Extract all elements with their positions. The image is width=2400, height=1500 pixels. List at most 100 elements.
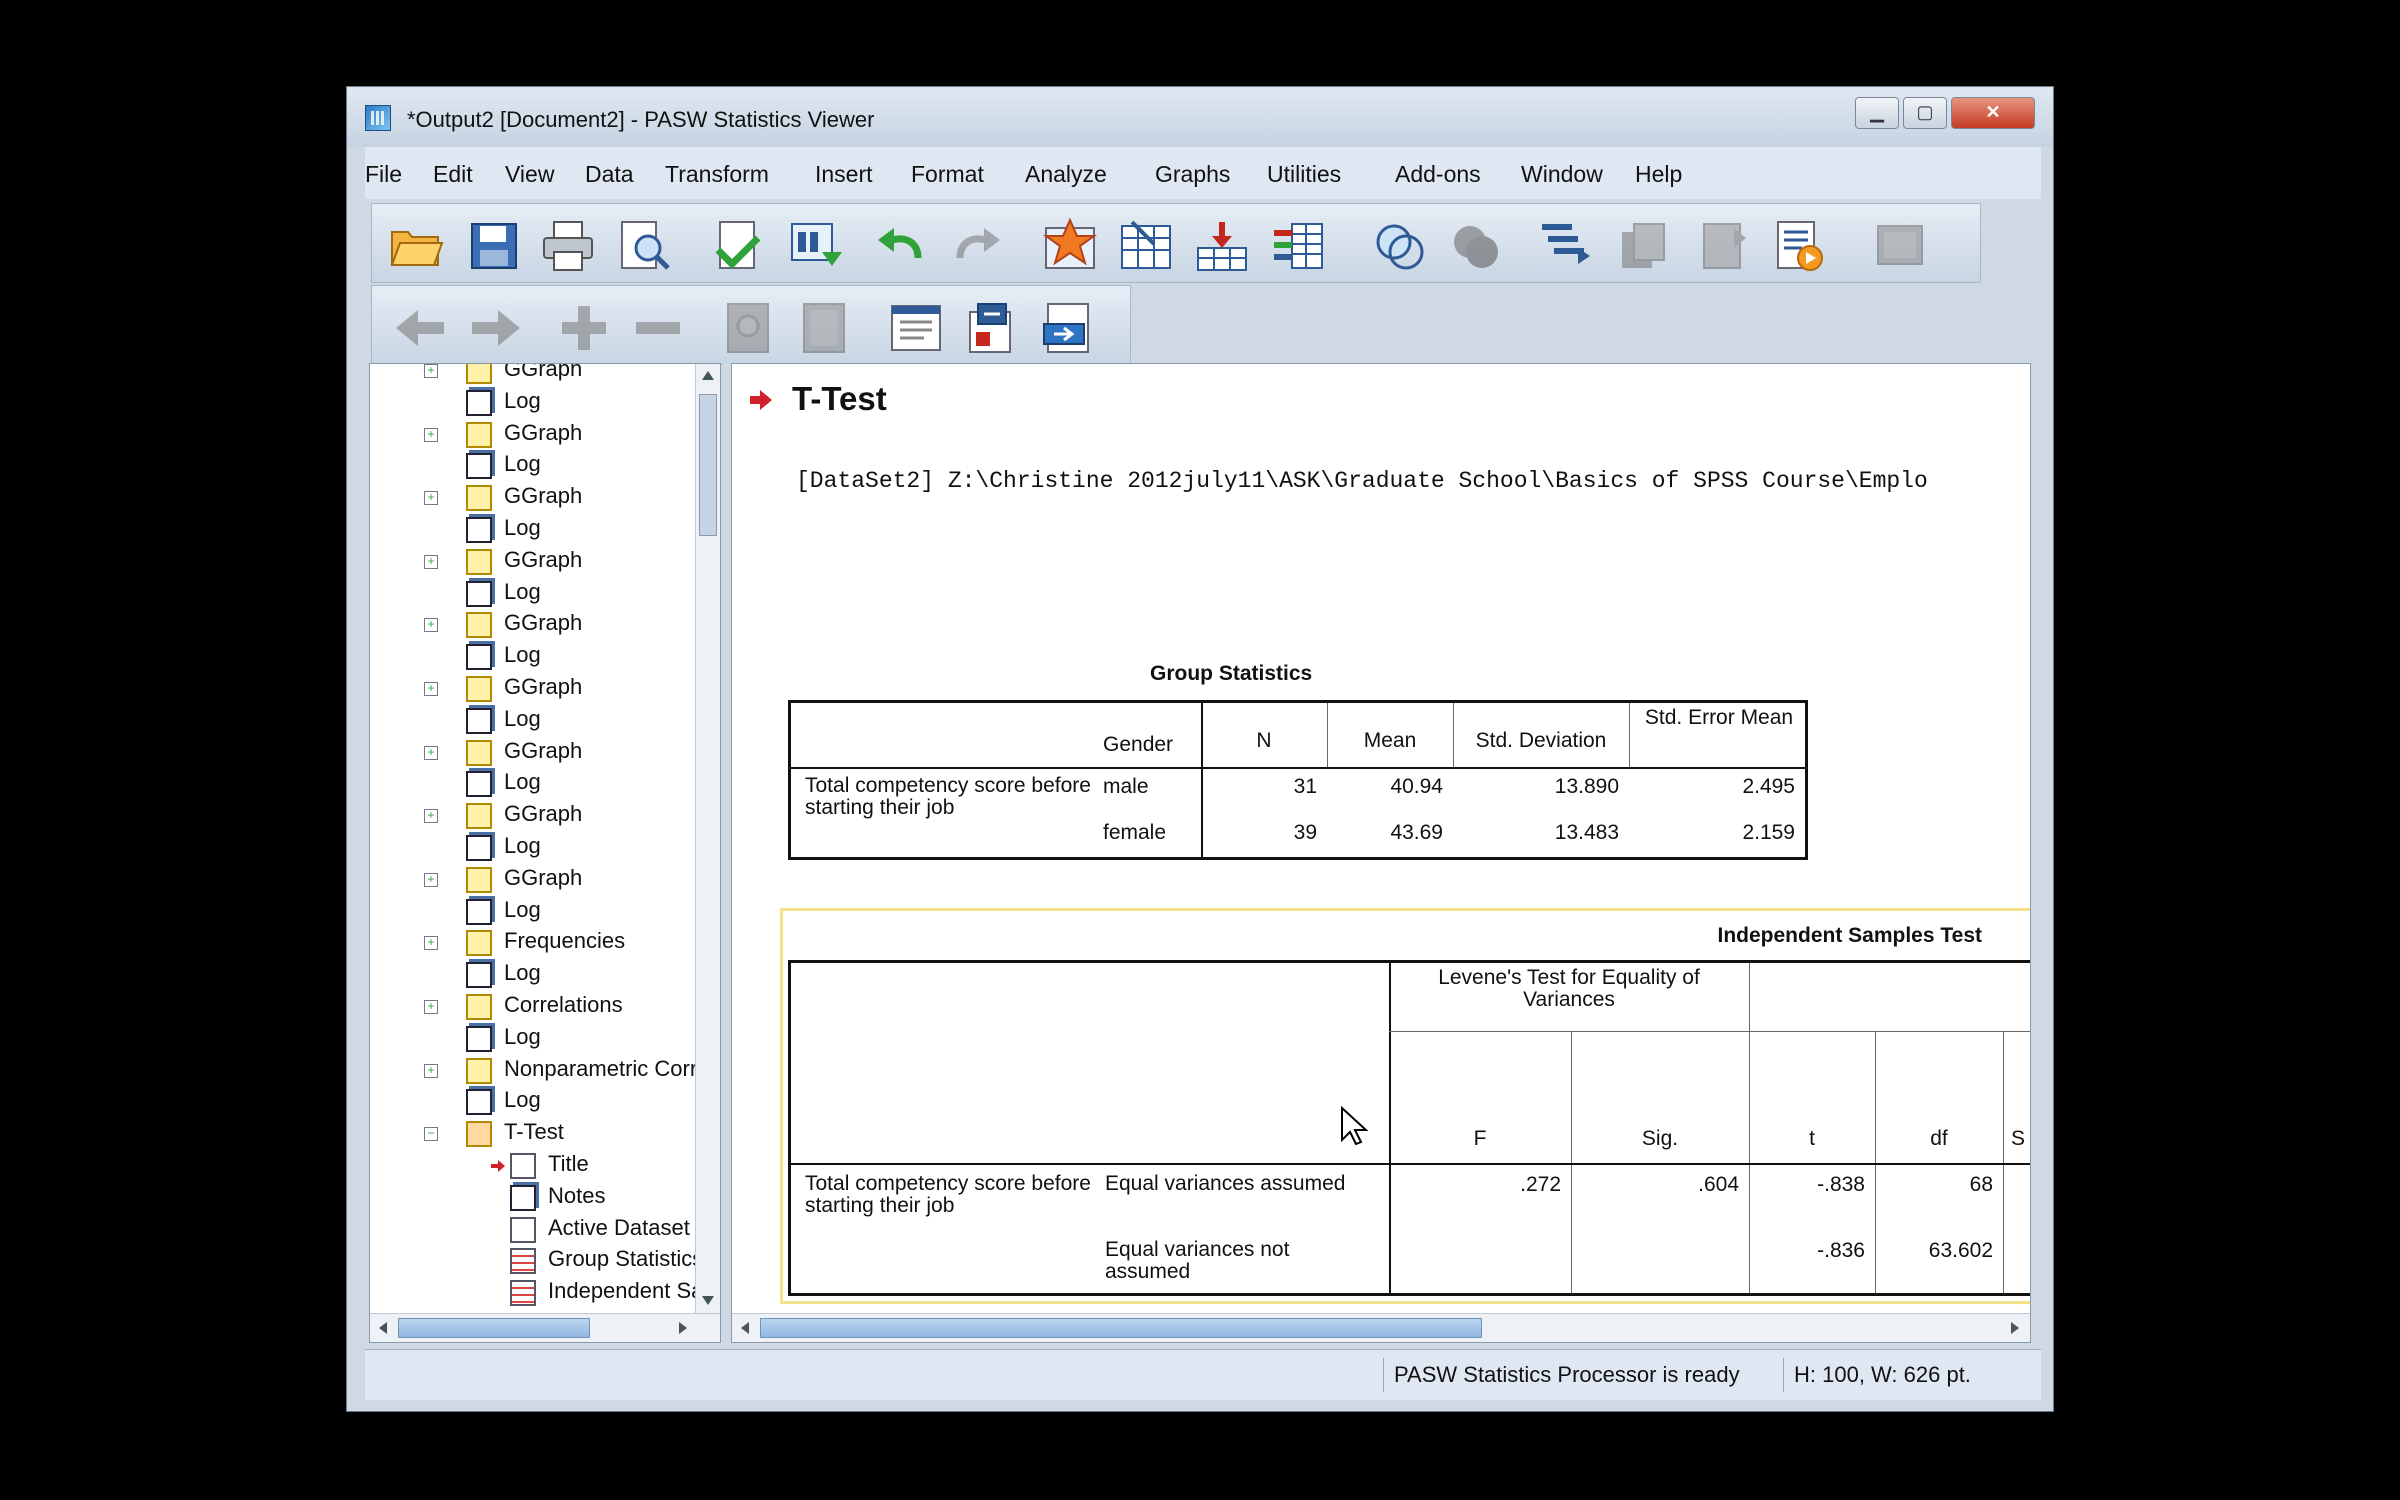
- menu-data[interactable]: Data: [585, 161, 634, 188]
- menu-analyze[interactable]: Analyze: [1025, 161, 1107, 188]
- print-icon[interactable]: [540, 218, 596, 274]
- goto-case-icon[interactable]: [1042, 218, 1098, 274]
- export-icon[interactable]: [710, 218, 766, 274]
- outline-item[interactable]: Log: [466, 706, 700, 736]
- outline-item[interactable]: + GGraph: [424, 547, 700, 577]
- menu-view[interactable]: View: [505, 161, 554, 188]
- outline-item[interactable]: Title: [491, 1151, 700, 1181]
- expand-node-icon[interactable]: +: [424, 618, 438, 633]
- outline-item[interactable]: + Nonparametric Corr: [424, 1056, 700, 1086]
- expand-node-icon[interactable]: +: [424, 427, 438, 442]
- content-horizontal-scrollbar[interactable]: [732, 1313, 2030, 1342]
- insert-text-icon[interactable]: [1040, 300, 1096, 356]
- select-cases-icon[interactable]: [1372, 218, 1428, 274]
- expand-node-icon[interactable]: +: [424, 809, 438, 824]
- content-horizontal-thumb[interactable]: [760, 1318, 1482, 1338]
- pane-splitter[interactable]: [723, 363, 731, 1343]
- value-labels-icon[interactable]: [1616, 218, 1672, 274]
- outline-item[interactable]: Log: [466, 451, 700, 481]
- collapse-icon[interactable]: [630, 300, 686, 356]
- outline-item[interactable]: Log: [466, 388, 700, 418]
- expand-node-icon[interactable]: +: [424, 936, 438, 951]
- expand-node-icon[interactable]: +: [424, 491, 438, 506]
- insert-cases-icon[interactable]: [1194, 218, 1250, 274]
- menu-transform[interactable]: Transform: [665, 161, 769, 188]
- expand-node-icon[interactable]: +: [424, 364, 438, 378]
- title-bar[interactable]: *Output2 [Document2] - PASW Statistics V…: [347, 87, 2053, 147]
- expand-icon[interactable]: [556, 300, 612, 356]
- close-button[interactable]: ✕: [1951, 97, 2035, 129]
- menu-help[interactable]: Help: [1635, 161, 1682, 188]
- outline-horizontal-thumb[interactable]: [398, 1318, 590, 1338]
- outline-item[interactable]: + Frequencies: [424, 928, 700, 958]
- outline-item[interactable]: + GGraph: [424, 738, 700, 768]
- outline-item[interactable]: Log: [466, 897, 700, 927]
- menu-edit[interactable]: Edit: [433, 161, 473, 188]
- recall-dialog-icon[interactable]: [788, 218, 844, 274]
- menu-file[interactable]: File: [365, 161, 402, 188]
- menu-utilities[interactable]: Utilities: [1267, 161, 1341, 188]
- scroll-left-icon[interactable]: [738, 1320, 752, 1336]
- goto-variable-icon[interactable]: [1118, 218, 1174, 274]
- menu-format[interactable]: Format: [911, 161, 984, 188]
- outline-vertical-scrollbar[interactable]: [695, 364, 720, 1314]
- scroll-up-icon[interactable]: [700, 368, 716, 382]
- outline-item[interactable]: Log: [466, 1024, 700, 1054]
- outline-item[interactable]: + GGraph: [424, 364, 700, 386]
- outline-item[interactable]: Group Statistics: [510, 1246, 700, 1276]
- scroll-left-icon[interactable]: [376, 1320, 390, 1336]
- expand-node-icon[interactable]: +: [424, 1063, 438, 1078]
- menu-add-ons[interactable]: Add-ons: [1395, 161, 1481, 188]
- output-heading[interactable]: T-Test: [792, 380, 887, 418]
- outline-horizontal-scrollbar[interactable]: [370, 1313, 720, 1342]
- collapse-node-icon[interactable]: −: [424, 1127, 438, 1142]
- outline-item[interactable]: Notes: [510, 1183, 700, 1213]
- promote-icon[interactable]: [392, 300, 448, 356]
- variables-icon[interactable]: [1270, 218, 1326, 274]
- menu-graphs[interactable]: Graphs: [1155, 161, 1230, 188]
- outline-item[interactable]: + GGraph: [424, 801, 700, 831]
- dataset-line[interactable]: [DataSet2] Z:\Christine 2012july11\ASK\G…: [796, 468, 1928, 494]
- expand-node-icon[interactable]: +: [424, 872, 438, 887]
- outline-item[interactable]: + Correlations: [424, 992, 700, 1022]
- print-preview-icon[interactable]: [616, 218, 672, 274]
- outline-item[interactable]: Active Dataset: [510, 1215, 700, 1245]
- hide-icon[interactable]: [798, 300, 854, 356]
- expand-node-icon[interactable]: +: [424, 682, 438, 696]
- outline-item[interactable]: + GGraph: [424, 865, 700, 895]
- use-sets-icon[interactable]: [1694, 218, 1750, 274]
- maximize-button[interactable]: ▢: [1903, 97, 1947, 129]
- outline-pane[interactable]: + GGraph Log + GGraph Log + GGraph Log + GGraph Log…: [369, 363, 721, 1343]
- scroll-right-icon[interactable]: [676, 1320, 690, 1336]
- scroll-right-icon[interactable]: [2008, 1320, 2022, 1336]
- demote-icon[interactable]: [468, 300, 524, 356]
- outline-item[interactable]: Log: [466, 960, 700, 990]
- outline-item[interactable]: Log: [466, 833, 700, 863]
- scroll-down-icon[interactable]: [700, 1294, 716, 1308]
- outline-item[interactable]: Log: [466, 515, 700, 545]
- menu-insert[interactable]: Insert: [815, 161, 873, 188]
- outline-item[interactable]: Log: [466, 769, 700, 799]
- minimize-button[interactable]: ▁: [1855, 97, 1899, 129]
- outline-vertical-thumb[interactable]: [699, 394, 717, 536]
- spelling-icon[interactable]: [1872, 218, 1928, 274]
- outline-item[interactable]: Independent Sa: [510, 1278, 700, 1308]
- open-icon[interactable]: [388, 218, 444, 274]
- outline-item[interactable]: + GGraph: [424, 674, 700, 704]
- show-icon[interactable]: [722, 300, 778, 356]
- expand-node-icon[interactable]: +: [424, 1000, 438, 1014]
- insert-title-icon[interactable]: [964, 300, 1020, 356]
- save-icon[interactable]: [466, 218, 522, 274]
- expand-node-icon[interactable]: +: [424, 745, 438, 760]
- split-file-icon[interactable]: [1538, 218, 1594, 274]
- outline-item[interactable]: Log: [466, 1087, 700, 1117]
- outline-item[interactable]: Log: [466, 642, 700, 672]
- outline-item[interactable]: + GGraph: [424, 483, 700, 513]
- outline-item[interactable]: + GGraph: [424, 420, 700, 450]
- insert-heading-icon[interactable]: [888, 300, 944, 356]
- ind-test-table[interactable]: Levene's Test for Equality of Variances …: [788, 960, 2030, 1296]
- outline-item[interactable]: Log: [466, 579, 700, 609]
- expand-node-icon[interactable]: +: [424, 554, 438, 569]
- redo-icon[interactable]: [950, 218, 1006, 274]
- group-stats-table[interactable]: Gender N Mean Std. Deviation Std. Error …: [788, 700, 1808, 860]
